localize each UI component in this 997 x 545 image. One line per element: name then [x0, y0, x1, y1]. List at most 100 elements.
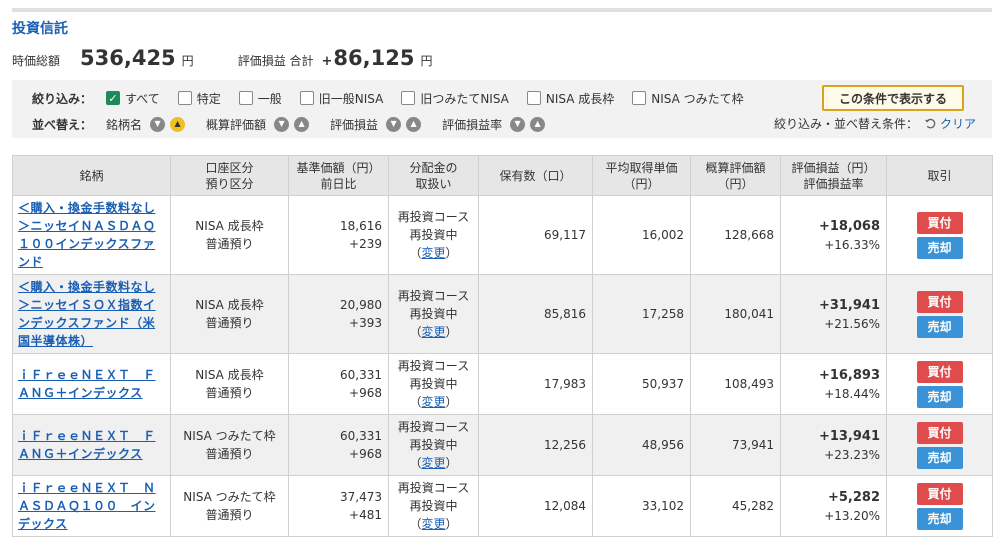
header-name: 銘柄	[12, 155, 171, 196]
buy-button[interactable]: 買付	[916, 360, 963, 383]
fund-name-cell: ＜購入・換金手数料なし＞ニッセイＮＡＳＤＡＱ１００インデックスファンド	[12, 195, 171, 275]
filter-options: ✓ すべて 特定 一般 旧一般NISA 旧つみたてNISA NISA 成長枠 NISA つみた…	[106, 90, 762, 107]
header-quantity: 保有数（口）	[478, 155, 593, 196]
checkbox-icon[interactable]	[401, 91, 416, 105]
sort-item: 概算評価額 ▼ ▲	[206, 116, 314, 133]
buy-button[interactable]: 買付	[916, 211, 963, 234]
filter-option[interactable]: 特定	[177, 90, 221, 107]
change-distribution-link[interactable]: 変更	[421, 246, 445, 260]
filter-option-label: すべて	[125, 91, 160, 106]
buy-button[interactable]: 買付	[916, 290, 963, 313]
account-type: NISA つみたて枠	[183, 429, 276, 443]
table-row: ｉＦｒｅｅＮＥＸＴ ＦＡＮＧ＋インデックス NISA つみたて枠 普通預り 60,33…	[12, 414, 993, 476]
filter-option[interactable]: ✓ すべて	[106, 90, 160, 107]
distribution-cell: 再投資コース 再投資中 （変更）	[388, 353, 479, 415]
profit-loss-value: +16,893	[818, 367, 880, 383]
valuation-value: 73,941	[732, 438, 774, 452]
sell-button[interactable]: 売却	[916, 315, 963, 338]
sort-ascending-icon[interactable]: ▲	[406, 116, 422, 132]
sell-button[interactable]: 売却	[916, 236, 963, 259]
fund-name-cell: ｉＦｒｅｅＮＥＸＴ ＦＡＮＧ＋インデックス	[12, 414, 171, 476]
nav-cell: 20,980 +393	[288, 274, 389, 354]
distribution-course: 再投資コース	[397, 359, 470, 373]
quantity-value: 12,256	[544, 438, 586, 452]
quantity-cell: 69,117	[478, 195, 593, 275]
sort-ascending-icon[interactable]: ▲	[530, 116, 546, 132]
filter-option[interactable]: NISA つみたて枠	[632, 90, 744, 107]
change-distribution-link[interactable]: 変更	[421, 456, 445, 470]
sort-item: 評価損益 ▼ ▲	[330, 116, 426, 133]
profit-loss-value: +18,068	[818, 218, 880, 234]
filter-option[interactable]: NISA 成長枠	[526, 90, 614, 107]
nav-value: 60,331	[340, 368, 382, 382]
clear-button[interactable]: クリア	[924, 115, 976, 132]
sort-descending-icon[interactable]: ▼	[510, 116, 526, 132]
sort-ascending-icon[interactable]: ▲	[294, 116, 310, 132]
summary-bar: 時価総額 536,425 円 評価損益 合計 + 86,125 円	[12, 46, 432, 76]
undo-icon	[924, 118, 936, 129]
change-distribution-link[interactable]: 変更	[421, 395, 445, 409]
distribution-status: 再投資中	[409, 438, 458, 452]
nav-change: +481	[349, 508, 382, 522]
average-cost-cell: 48,956	[592, 414, 691, 476]
table-row: ｉＦｒｅｅＮＥＸＴ ＦＡＮＧ＋インデックス NISA 成長枠 普通預り 60,331 +…	[12, 353, 993, 415]
checkbox-icon[interactable]	[299, 91, 314, 105]
sort-ascending-icon[interactable]: ▲	[170, 116, 186, 132]
quantity-value: 12,084	[544, 499, 586, 513]
fund-name-link[interactable]: ＜購入・換金手数料なし＞ニッセイＮＡＳＤＡＱ１００インデックスファンド	[18, 201, 156, 269]
profit-loss-cell: +16,893 +18.44%	[780, 353, 887, 415]
buy-button[interactable]: 買付	[916, 421, 963, 444]
nav-cell: 37,473 +481	[288, 475, 389, 537]
fund-name-link[interactable]: ｉＦｒｅｅＮＥＸＴ ＮＡＳＤＡＱ１００ インデックス	[18, 481, 156, 531]
nav-change: +968	[349, 447, 382, 461]
fund-name-cell: ＜購入・換金手数料なし＞ニッセイＳＯＸ指数インデックスファンド（米国半導体株）	[12, 274, 171, 354]
checkbox-icon[interactable]	[526, 91, 541, 105]
profit-loss-cell: +31,941 +21.56%	[780, 274, 887, 354]
account-type: NISA 成長枠	[195, 298, 264, 312]
trade-cell: 買付 売却	[886, 414, 993, 476]
average-cost-cell: 50,937	[592, 353, 691, 415]
valuation-cell: 45,282	[690, 475, 781, 537]
sort-descending-icon[interactable]: ▼	[274, 116, 290, 132]
filter-option[interactable]: 旧一般NISA	[299, 90, 384, 107]
market-value: 536,425	[80, 46, 176, 70]
filter-option-label: 一般	[257, 91, 282, 106]
nav-cell: 18,616 +239	[288, 195, 389, 275]
condition-clear: 絞り込み・並べ替え条件： クリア	[774, 115, 976, 132]
average-cost-cell: 33,102	[592, 475, 691, 537]
sell-button[interactable]: 売却	[916, 385, 963, 408]
checkbox-icon[interactable]	[632, 91, 647, 105]
change-distribution-link[interactable]: 変更	[421, 325, 445, 339]
valuation-value: 45,282	[732, 499, 774, 513]
filter-option-label: 旧一般NISA	[318, 91, 384, 106]
checkbox-icon[interactable]	[177, 91, 192, 105]
average-cost-value: 48,956	[642, 438, 684, 452]
quantity-cell: 85,816	[478, 274, 593, 354]
change-distribution-link[interactable]: 変更	[421, 517, 445, 531]
fund-name-cell: ｉＦｒｅｅＮＥＸＴ ＦＡＮＧ＋インデックス	[12, 353, 171, 415]
quantity-value: 69,117	[544, 228, 586, 242]
sort-descending-icon[interactable]: ▼	[386, 116, 402, 132]
fund-name-link[interactable]: ｉＦｒｅｅＮＥＸＴ ＦＡＮＧ＋インデックス	[18, 368, 156, 400]
checkbox-checked-icon[interactable]: ✓	[106, 91, 121, 105]
sell-button[interactable]: 売却	[916, 446, 963, 469]
buy-button[interactable]: 買付	[916, 482, 963, 505]
quantity-value: 17,983	[544, 377, 586, 391]
condition-label: 絞り込み・並べ替え条件：	[773, 117, 918, 131]
valuation-value: 180,041	[724, 307, 774, 321]
fund-name-link[interactable]: ｉＦｒｅｅＮＥＸＴ ＦＡＮＧ＋インデックス	[18, 429, 156, 461]
filter-option[interactable]: 一般	[238, 90, 282, 107]
header-profit-loss: 評価損益（円） 評価損益率	[780, 155, 887, 196]
apply-filter-button[interactable]: この条件で表示する	[822, 85, 964, 111]
account-type: NISA 成長枠	[195, 219, 264, 233]
sell-button[interactable]: 売却	[916, 507, 963, 530]
checkbox-icon[interactable]	[238, 91, 253, 105]
quantity-cell: 12,084	[478, 475, 593, 537]
sort-item: 評価損益率 ▼ ▲	[442, 116, 550, 133]
page-title: 投資信託	[12, 21, 68, 37]
fund-name-link[interactable]: ＜購入・換金手数料なし＞ニッセイＳＯＸ指数インデックスファンド（米国半導体株）	[18, 280, 156, 348]
filter-option[interactable]: 旧つみたてNISA	[401, 90, 509, 107]
nav-cell: 60,331 +968	[288, 414, 389, 476]
trade-cell: 買付 売却	[886, 353, 993, 415]
sort-descending-icon[interactable]: ▼	[150, 116, 166, 132]
